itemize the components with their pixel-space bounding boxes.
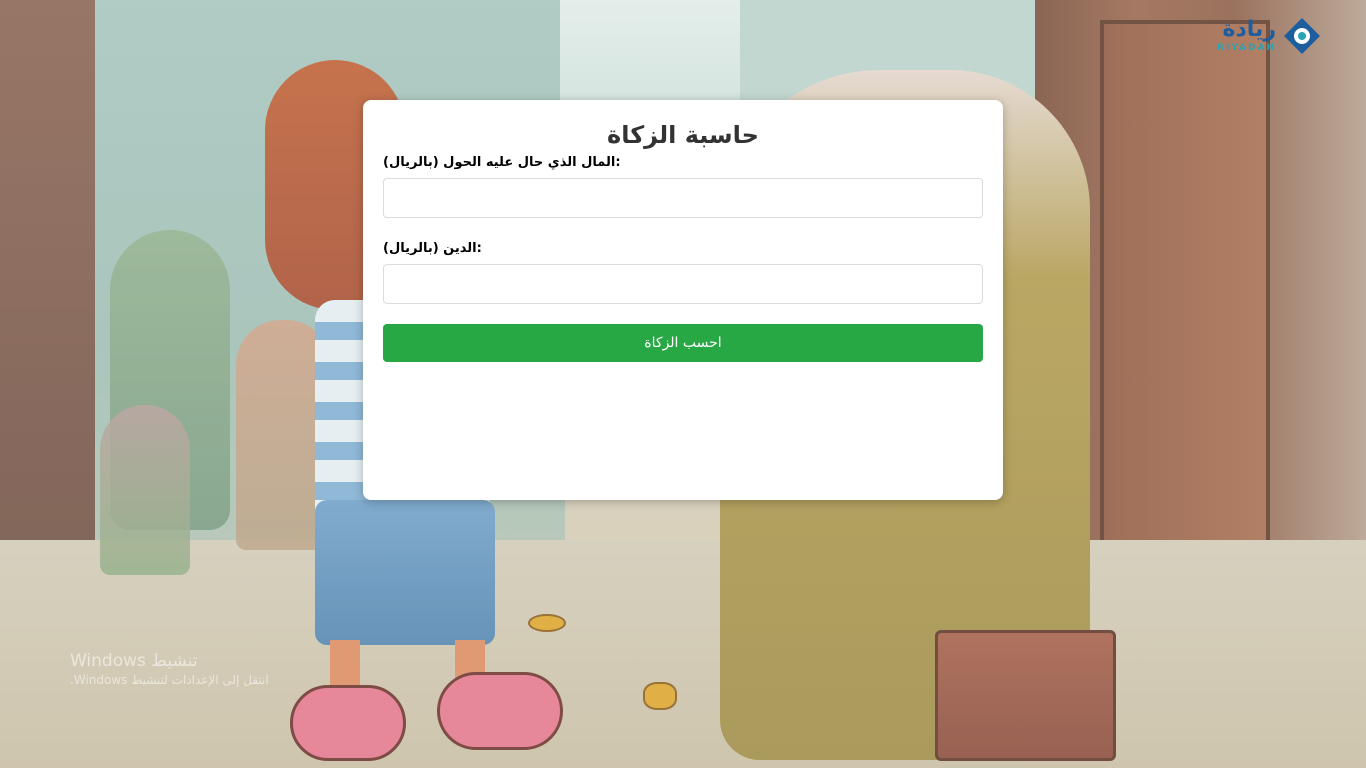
calculate-zakat-button[interactable]: احسب الزكاة bbox=[383, 324, 983, 362]
page-title: حاسبة الزكاة bbox=[607, 121, 759, 149]
debt-input[interactable] bbox=[383, 264, 983, 304]
zakat-calculator-card: حاسبة الزكاة المال الذي حال عليه الحول (… bbox=[363, 100, 1003, 500]
debt-field-label: الدين (بالريال): bbox=[383, 241, 482, 256]
watermark-title: تنشيط Windows bbox=[70, 651, 198, 671]
logo-arabic-text: ريادة bbox=[1222, 17, 1276, 42]
wealth-input[interactable] bbox=[383, 178, 983, 218]
logo-text: ريادة RIYADAH bbox=[1217, 19, 1276, 53]
riyadah-logo-icon bbox=[1284, 18, 1320, 54]
riyadah-logo: ريادة RIYADAH bbox=[1217, 16, 1322, 56]
watermark-subtitle: انتقل إلى الإعدادات لتنشيط Windows. bbox=[70, 673, 269, 687]
windows-activation-watermark: تنشيط Windows انتقل إلى الإعدادات لتنشيط… bbox=[70, 650, 269, 688]
logo-english-text: RIYADAH bbox=[1217, 43, 1276, 53]
wealth-field-label: المال الذي حال عليه الحول (بالريال): bbox=[383, 155, 621, 170]
